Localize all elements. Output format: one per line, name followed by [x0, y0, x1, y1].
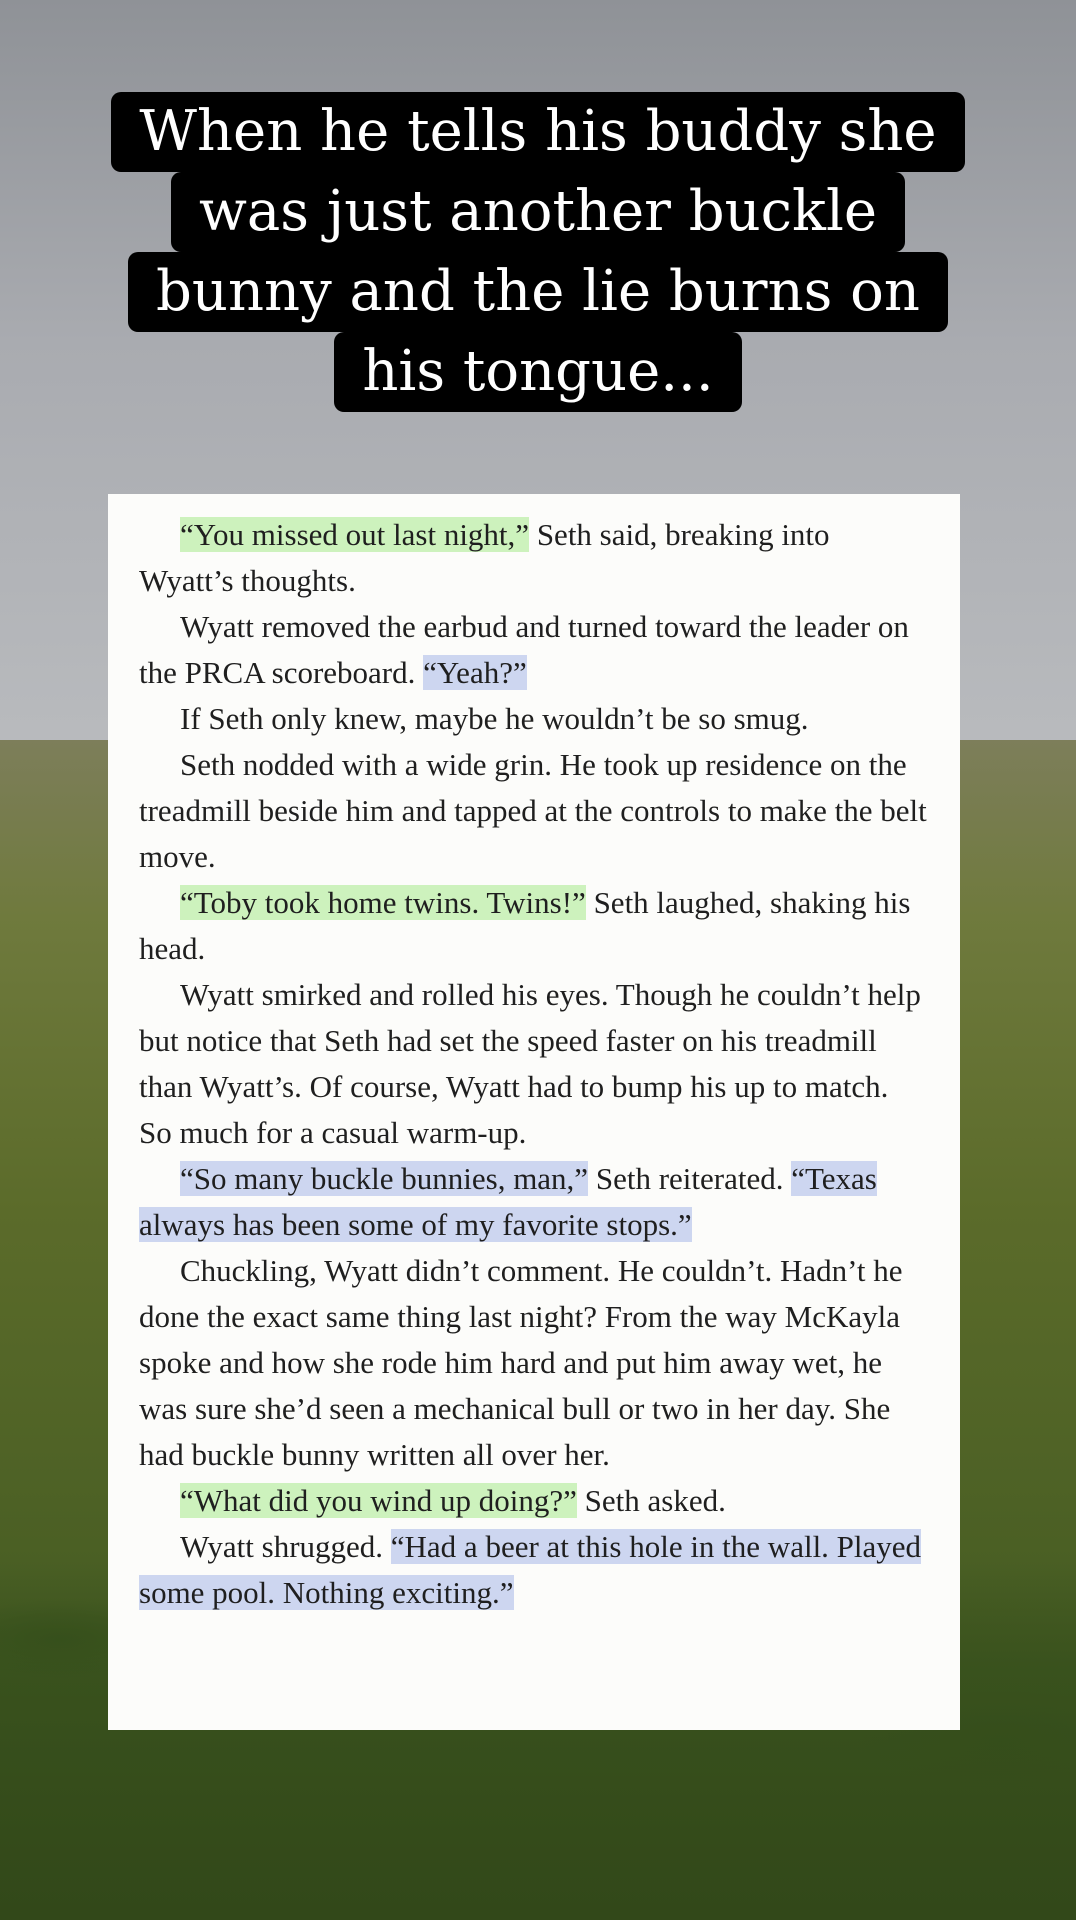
paragraph: “So many buckle bunnies, man,” Seth reit… [139, 1156, 928, 1248]
paragraph: If Seth only knew, maybe he wouldn’t be … [139, 696, 928, 742]
paragraph: “You missed out last night,” Seth said, … [139, 512, 928, 604]
caption-line: When he tells his buddy she [111, 92, 965, 172]
highlighted-quote: “Toby took home twins. Twins!” [180, 885, 586, 920]
paragraph: Seth nodded with a wide grin. He took up… [139, 742, 928, 880]
paragraph: Chuckling, Wyatt didn’t comment. He coul… [139, 1248, 928, 1478]
paragraph-text: Seth nodded with a wide grin. He took up… [139, 747, 927, 874]
caption-line: his tongue... [334, 332, 742, 412]
highlighted-quote: “So many buckle bunnies, man,” [180, 1161, 589, 1196]
paragraph-text: Chuckling, Wyatt didn’t comment. He coul… [139, 1253, 903, 1472]
paragraph-text: Wyatt smirked and rolled his eyes. Thoug… [139, 977, 921, 1150]
paragraph: Wyatt shrugged. “Had a beer at this hole… [139, 1524, 928, 1616]
book-page-excerpt: “You missed out last night,” Seth said, … [108, 494, 960, 1730]
paragraph: Wyatt smirked and rolled his eyes. Thoug… [139, 972, 928, 1156]
paragraph-text: Seth reiterated. [588, 1161, 792, 1196]
paragraph-text: Seth asked. [576, 1483, 726, 1518]
caption-line: was just another buckle [170, 172, 906, 252]
highlighted-quote: “What did you wind up doing?” [180, 1483, 577, 1518]
caption-line: bunny and the lie burns on [128, 252, 948, 332]
caption-title: When he tells his buddy she was just ano… [0, 92, 1076, 412]
paragraph: “Toby took home twins. Twins!” Seth laug… [139, 880, 928, 972]
highlighted-quote: “Yeah?” [423, 655, 527, 690]
paragraph: Wyatt removed the earbud and turned towa… [139, 604, 928, 696]
highlighted-quote: “You missed out last night,” [180, 517, 530, 552]
paragraph: “What did you wind up doing?” Seth asked… [139, 1478, 928, 1524]
paragraph-text: If Seth only knew, maybe he wouldn’t be … [180, 701, 809, 736]
paragraph-text: Wyatt shrugged. [180, 1529, 391, 1564]
